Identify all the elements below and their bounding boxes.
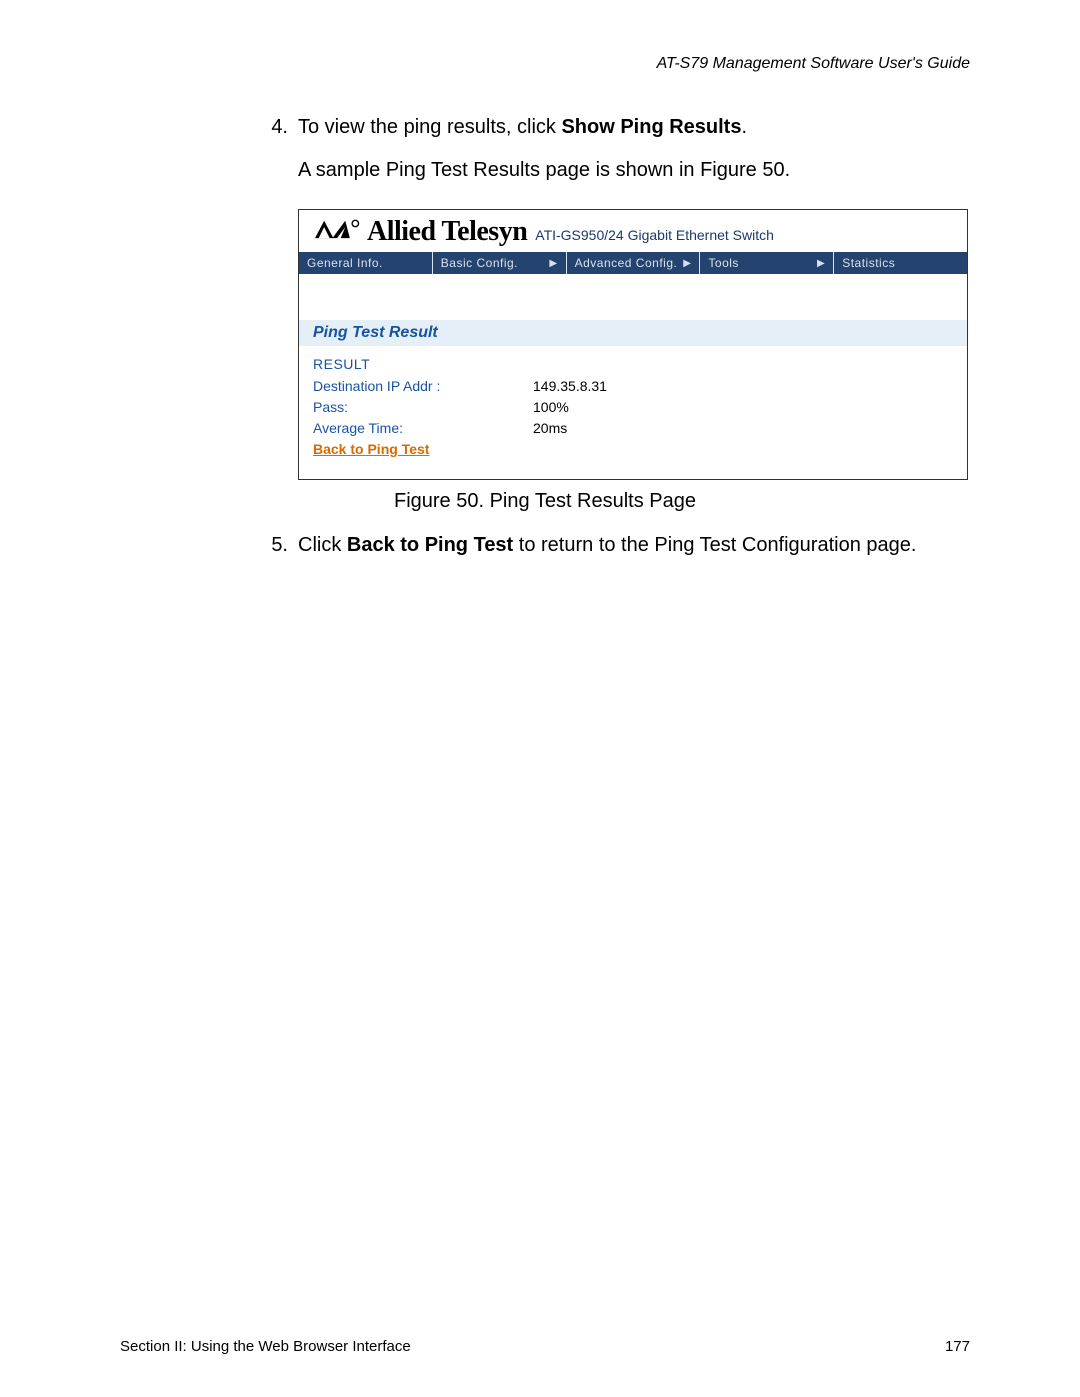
menu-basic-config[interactable]: Basic Config. ▶: [433, 252, 567, 274]
footer-page-number: 177: [945, 1338, 970, 1355]
chevron-right-icon: ▶: [817, 258, 825, 269]
result-value: 20ms: [533, 418, 567, 439]
menu-label: Tools: [708, 256, 739, 270]
menu-label: General Info.: [307, 256, 383, 270]
result-label: Average Time:: [313, 418, 533, 439]
step-4-text-bold: Show Ping Results: [561, 116, 741, 138]
ping-result-screenshot: Allied Telesyn ATI-GS950/24 Gigabit Ethe…: [298, 209, 968, 480]
step-5-text-prefix: Click: [298, 534, 347, 556]
brand-name: Allied Telesyn: [367, 216, 527, 248]
step-4: 4. To view the ping results, click Show …: [120, 113, 970, 142]
menu-label: Basic Config.: [441, 256, 518, 270]
product-subtitle: ATI-GS950/24 Gigabit Ethernet Switch: [535, 227, 774, 243]
menu-tools[interactable]: Tools ▶: [700, 252, 834, 274]
menu-advanced-config[interactable]: Advanced Config. ▶: [567, 252, 701, 274]
screenshot-header: Allied Telesyn ATI-GS950/24 Gigabit Ethe…: [299, 210, 967, 252]
result-label: Destination IP Addr :: [313, 376, 533, 397]
menu-general-info[interactable]: General Info.: [299, 252, 433, 274]
footer-section: Section II: Using the Web Browser Interf…: [120, 1338, 411, 1355]
result-heading: RESULT: [313, 356, 953, 372]
step-5-text-bold: Back to Ping Test: [347, 534, 513, 556]
screenshot-menubar: General Info. Basic Config. ▶ Advanced C…: [299, 252, 967, 274]
back-to-ping-test-link[interactable]: Back to Ping Test: [313, 441, 429, 457]
chevron-right-icon: ▶: [683, 258, 691, 269]
allied-telesyn-logo-icon: [313, 218, 361, 240]
result-value: 100%: [533, 397, 569, 418]
result-value: 149.35.8.31: [533, 376, 607, 397]
step-5-number: 5.: [260, 531, 288, 560]
result-label: Pass:: [313, 397, 533, 418]
step-4-text-prefix: To view the ping results, click: [298, 116, 561, 138]
figure-caption: Figure 50. Ping Test Results Page: [120, 490, 970, 513]
result-row-avg-time: Average Time: 20ms: [313, 418, 953, 439]
result-row-pass: Pass: 100%: [313, 397, 953, 418]
step-5-text-suffix: to return to the Ping Test Configuration…: [513, 534, 916, 556]
chevron-right-icon: ▶: [549, 258, 557, 269]
result-row-dest-ip: Destination IP Addr : 149.35.8.31: [313, 376, 953, 397]
panel-title: Ping Test Result: [299, 320, 967, 346]
step-4-number: 4.: [260, 113, 288, 142]
menu-statistics[interactable]: Statistics: [834, 252, 967, 274]
page-header-title: AT-S79 Management Software User's Guide: [120, 55, 970, 73]
menu-label: Statistics: [842, 256, 895, 270]
step-4-cont: A sample Ping Test Results page is shown…: [298, 156, 970, 185]
step-5: 5. Click Back to Ping Test to return to …: [120, 531, 970, 560]
menu-label: Advanced Config.: [575, 256, 678, 270]
step-4-text-suffix: .: [741, 116, 747, 138]
